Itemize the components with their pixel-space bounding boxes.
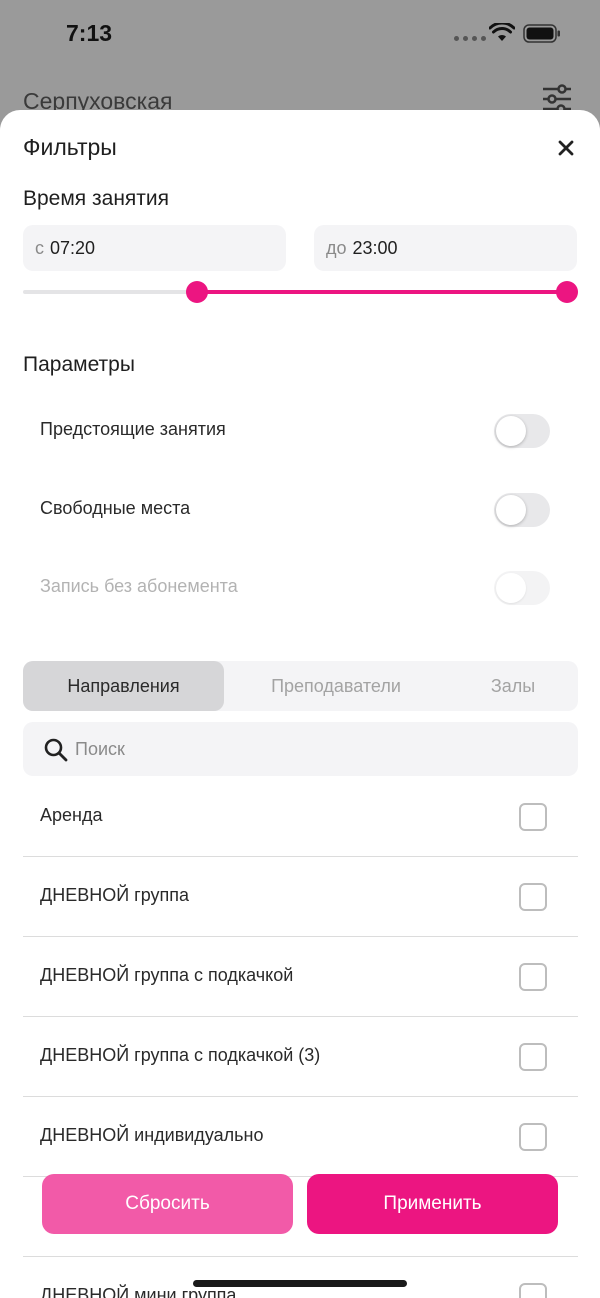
list-item-label: Аренда	[40, 805, 103, 825]
battery-icon	[523, 24, 560, 43]
toggle-label: Свободные места	[40, 498, 191, 518]
free-places-toggle[interactable]	[494, 493, 550, 527]
list-item[interactable]: Аренда	[23, 777, 578, 857]
status-time: 7:13	[66, 20, 113, 46]
toggle-row-no-subscription: Запись без абонемента	[40, 568, 550, 608]
checkbox[interactable]	[519, 883, 547, 911]
time-section-title: Время занятия	[23, 187, 170, 210]
list-item[interactable]: ДНЕВНОЙ группа с подкачкой	[23, 937, 578, 1017]
time-to-field[interactable]: до 23:00	[314, 225, 577, 271]
upcoming-toggle[interactable]	[494, 414, 550, 448]
list-item[interactable]: ДНЕВНОЙ группа с подкачкой (3)	[23, 1017, 578, 1097]
slider-thumb-start[interactable]	[185, 281, 208, 303]
time-to-prefix: до	[326, 237, 347, 258]
tab-teachers[interactable]: Преподаватели	[224, 661, 448, 711]
slider-thumb-end[interactable]	[556, 281, 578, 303]
checkbox[interactable]	[519, 1123, 547, 1151]
home-indicator	[193, 1280, 407, 1287]
list-item-label: ДНЕВНОЙ группа с подкачкой	[40, 965, 294, 985]
apply-button[interactable]: Применить	[307, 1174, 558, 1234]
checkbox[interactable]	[519, 963, 547, 991]
no-subscription-toggle	[494, 571, 550, 605]
search-input[interactable]	[75, 722, 555, 776]
checkbox[interactable]	[519, 803, 547, 831]
toggle-label: Предстоящие занятия	[40, 419, 226, 439]
list-item-label: ДНЕВНОЙ индивидуально	[40, 1125, 264, 1145]
search-bar	[23, 722, 578, 776]
category-tabs: Направления Преподаватели Залы	[23, 661, 578, 711]
toggle-label: Запись без абонемента	[40, 576, 238, 596]
wifi-icon	[489, 23, 515, 41]
time-from-field[interactable]: с 07:20	[23, 225, 286, 271]
time-range-slider[interactable]	[23, 280, 578, 304]
tab-directions[interactable]: Направления	[23, 661, 224, 711]
slider-range-fill	[196, 290, 567, 294]
time-from-value: 07:20	[50, 237, 96, 258]
list-item-label: ДНЕВНОЙ группа	[40, 885, 190, 905]
time-to-value: 23:00	[352, 237, 398, 258]
tab-halls[interactable]: Залы	[448, 661, 578, 711]
close-button[interactable]	[552, 134, 580, 162]
toggle-row-free-places: Свободные места	[40, 490, 550, 530]
list-item[interactable]: ДНЕВНОЙ индивидуально	[23, 1097, 578, 1177]
list-item[interactable]: ДНЕВНОЙ мини группа	[23, 1257, 578, 1298]
status-bar: 7:13	[0, 0, 600, 70]
params-section-title: Параметры	[23, 353, 135, 376]
filters-sheet: Фильтры Время занятия с 07:20 до 23:00 П…	[0, 110, 600, 1298]
time-from-prefix: с	[35, 237, 44, 258]
reset-button[interactable]: Сбросить	[42, 1174, 293, 1234]
search-icon	[44, 738, 68, 762]
list-item[interactable]: ДНЕВНОЙ группа	[23, 857, 578, 937]
list-item-label: ДНЕВНОЙ группа с подкачкой (3)	[40, 1045, 321, 1065]
checkbox[interactable]	[519, 1043, 547, 1071]
toggle-row-upcoming: Предстоящие занятия	[40, 411, 550, 451]
sheet-title: Фильтры	[23, 134, 117, 160]
close-icon	[558, 140, 574, 156]
checkbox[interactable]	[519, 1283, 547, 1298]
signal-icon	[454, 36, 486, 41]
